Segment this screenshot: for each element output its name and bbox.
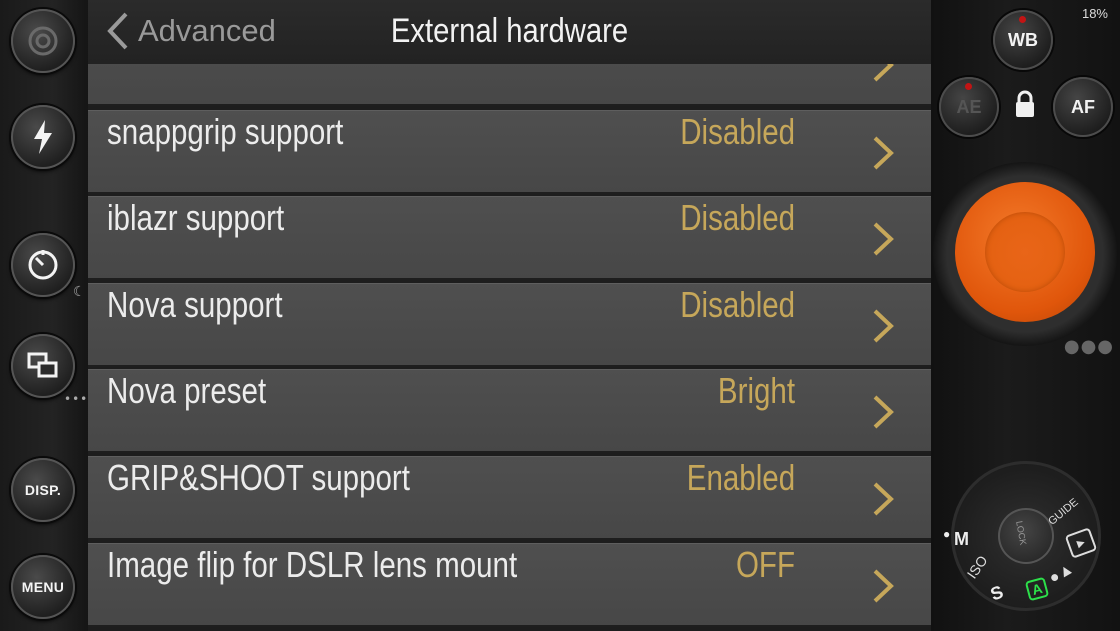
menu-button[interactable]: MENU (11, 555, 75, 619)
wb-button[interactable]: WB (993, 10, 1053, 70)
indicator-led (965, 83, 972, 90)
setting-value: Bright (717, 370, 795, 411)
setting-row-grip-shoot[interactable]: GRIP&SHOOT support Enabled (88, 456, 931, 540)
setting-row-image-flip[interactable]: Image flip for DSLR lens mount OFF (88, 543, 931, 627)
dial-mode-guide: GUIDE (1046, 496, 1081, 528)
moon-icon: ☾ (73, 284, 87, 300)
ae-button[interactable]: AE (939, 77, 999, 137)
chevron-right-icon (873, 222, 894, 256)
wb-label: WB (1008, 29, 1038, 50)
dial-mode-m: M (954, 529, 969, 549)
setting-label: GRIP&SHOOT support (107, 457, 410, 498)
dial-mode-a: A (1024, 576, 1050, 602)
setting-value: Disabled (680, 284, 795, 325)
disp-button[interactable]: DISP. (11, 458, 75, 522)
chevron-left-icon (107, 12, 128, 50)
setting-row-nova-preset[interactable]: Nova preset Bright (88, 369, 931, 453)
settings-list: HILO™ Lens support Disabled snappgrip su… (88, 0, 931, 631)
setting-label: Nova support (107, 284, 283, 325)
timer-button[interactable] (11, 233, 75, 297)
chevron-right-icon (873, 136, 894, 170)
setting-label: iblazr support (107, 197, 285, 238)
disp-label: DISP. (24, 482, 62, 498)
flash-icon (34, 120, 52, 154)
lens-icon (28, 26, 58, 56)
chevron-right-icon (873, 569, 894, 603)
menu-label: MENU (21, 579, 65, 595)
camera-mode-button[interactable] (11, 9, 75, 73)
dial-mode-s: S (987, 581, 1006, 605)
setting-row-snappgrip[interactable]: snappgrip support Disabled (88, 110, 931, 194)
dial-play-icon: ▶ (1064, 527, 1098, 559)
chevron-right-icon (873, 482, 894, 516)
af-button[interactable]: AF (1053, 77, 1113, 137)
ae-label: AE (956, 96, 982, 117)
chevron-right-icon (873, 309, 894, 343)
battery-level: 18% (1081, 6, 1108, 21)
shutter-button[interactable] (955, 182, 1095, 322)
more-dots-icon: ••• (64, 392, 89, 406)
setting-value: Disabled (680, 197, 795, 238)
setting-row-nova[interactable]: Nova support Disabled (88, 283, 931, 367)
shutter-inner (985, 212, 1065, 292)
mode-dial[interactable]: LOCK ● M ISO S A ●▲ ▶ GUIDE (943, 461, 1101, 611)
setting-value: OFF (735, 544, 795, 585)
setting-label: snappgrip support (107, 111, 344, 152)
af-label: AF (1071, 96, 1095, 117)
page-title: External hardware (390, 12, 629, 50)
setting-label: Image flip for DSLR lens mount (107, 544, 518, 585)
settings-panel: HILO™ Lens support Disabled snappgrip su… (88, 0, 931, 631)
overlay-windows-icon (27, 352, 58, 378)
flash-button[interactable] (11, 105, 75, 169)
left-rail: ☾ ••• DISP. MENU (0, 0, 88, 631)
setting-row-iblazr[interactable]: iblazr support Disabled (88, 196, 931, 280)
chevron-right-icon (873, 395, 894, 429)
setting-label: Nova preset (107, 370, 267, 411)
shutter-ring (933, 162, 1117, 346)
dial-portrait-icon: ●▲ (1046, 559, 1077, 588)
nav-header: Advanced External hardware (88, 0, 931, 64)
indicator-led (1019, 16, 1026, 23)
camera-controls-panel: 18% WB AE AF ●●● LOCK ● M ISO S A ●▲ ▶ G… (931, 0, 1120, 631)
multi-window-button[interactable] (11, 334, 75, 398)
more-options-icon[interactable]: ●●● (1064, 336, 1114, 357)
lock-icon[interactable] (1014, 89, 1036, 119)
timer-icon (28, 250, 58, 280)
setting-value: Disabled (680, 111, 795, 152)
dial-mode-iso: ISO (963, 552, 991, 582)
dial-selected-dot: ● (943, 527, 951, 541)
setting-value: Enabled (686, 457, 795, 498)
